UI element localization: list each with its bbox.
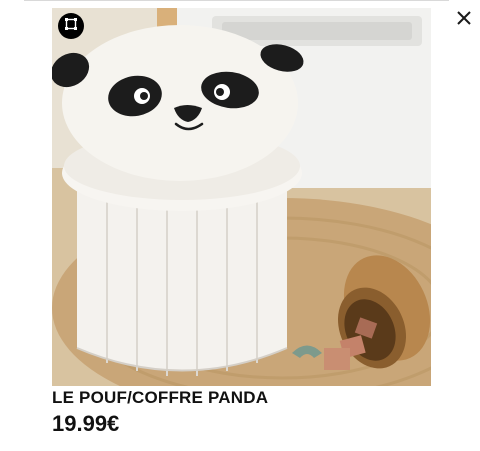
product-title: LE POUF/COFFRE PANDA xyxy=(52,388,269,407)
product-image[interactable] xyxy=(52,8,431,386)
close-button[interactable] xyxy=(452,8,476,32)
expand-frame-icon xyxy=(64,17,78,36)
top-divider xyxy=(24,0,449,1)
close-x-icon xyxy=(456,10,472,31)
product-price: 19.99€ xyxy=(52,411,120,436)
expand-image-button[interactable] xyxy=(58,13,84,39)
